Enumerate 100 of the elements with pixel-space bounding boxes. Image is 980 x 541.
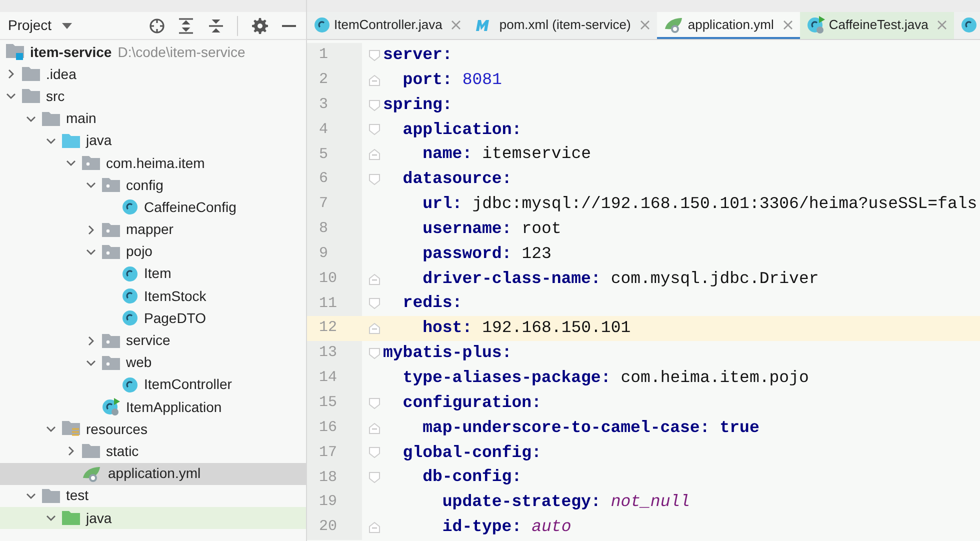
code-line: spring:: [383, 94, 452, 116]
editor-tab[interactable]: ItemController.java: [307, 12, 468, 39]
tree-item[interactable]: com.heima.item: [0, 152, 306, 174]
chevron-down-icon[interactable]: [6, 91, 16, 102]
line-number: 18: [319, 468, 338, 488]
chevron-down-icon[interactable]: [26, 114, 36, 124]
line-number: 3: [319, 94, 328, 115]
code-line: update-strategy: not_null: [441, 491, 690, 514]
package-icon: [82, 156, 100, 170]
chevron-down-icon[interactable]: [46, 136, 56, 146]
editor-tab[interactable]: pom.xml (item-service): [468, 12, 657, 39]
tree-item[interactable]: ItemController: [0, 374, 306, 396]
folder-icon: [42, 112, 60, 126]
line-number: 5: [319, 144, 328, 165]
line-number: 9: [319, 244, 328, 264]
code-line: id-type: auto: [441, 516, 572, 538]
editor-tab[interactable]: application.yml: [656, 12, 800, 39]
line-number: 8: [319, 219, 328, 240]
module-path: D:\code\item-service: [118, 42, 246, 62]
folder-icon: [22, 89, 40, 104]
chevron-down-icon[interactable]: [86, 180, 96, 190]
settings-icon[interactable]: [252, 18, 268, 34]
folder-icon: [42, 488, 60, 503]
class-icon: [102, 398, 120, 416]
folder-icon: [62, 134, 80, 148]
chevron-right-icon[interactable]: [86, 336, 96, 346]
tree-item[interactable]: web: [0, 352, 306, 374]
dropdown-icon[interactable]: [62, 22, 72, 28]
folder-icon: [62, 511, 80, 526]
tree-item[interactable]: static: [0, 440, 306, 463]
class-icon: [122, 288, 138, 304]
code-line: mybatis-plus:: [383, 342, 512, 364]
line-number: 2: [319, 70, 328, 90]
folder-icon: [22, 67, 40, 82]
tree-item[interactable]: .idea: [0, 63, 306, 86]
tree-item[interactable]: CaffeineConfig: [0, 196, 306, 218]
leaf-icon: [664, 16, 684, 32]
close-icon[interactable]: [782, 20, 793, 30]
chevron-down-icon[interactable]: [86, 246, 96, 257]
locate-icon[interactable]: [149, 18, 165, 34]
class-icon: [122, 310, 138, 326]
chevron-down-icon[interactable]: [46, 424, 56, 434]
tree-item[interactable]: PageDTO: [0, 307, 306, 330]
chevron-down-icon[interactable]: [46, 513, 56, 524]
line-number: 19: [319, 492, 338, 512]
code-line: driver-class-name: com.mysql.jdbc.Driver: [422, 268, 819, 290]
tree-item[interactable]: service: [0, 329, 306, 352]
chevron-right-icon[interactable]: [6, 69, 16, 80]
expand-all-icon[interactable]: [179, 18, 193, 34]
resources-folder-icon: [62, 421, 80, 438]
collapse-all-icon[interactable]: [209, 18, 223, 34]
folder-icon: [82, 444, 100, 458]
tree-item[interactable]: config: [0, 174, 306, 196]
package-icon: [102, 222, 120, 237]
tree-item[interactable]: item-service D:\code\item-service: [0, 41, 306, 64]
chevron-down-icon[interactable]: [26, 490, 36, 501]
line-number: 17: [319, 442, 338, 463]
line-number: 1: [319, 45, 328, 66]
chevron-down-icon[interactable]: [66, 158, 76, 168]
code-line: name: itemservice: [422, 143, 592, 166]
tree-item[interactable]: main: [0, 108, 306, 130]
tree-item[interactable]: application.yml: [0, 462, 306, 485]
line-number: 20: [319, 517, 338, 538]
chevron-down-icon[interactable]: [86, 358, 96, 368]
tree-item[interactable]: test: [0, 484, 306, 507]
leaf-icon: [82, 466, 102, 482]
class-icon: [122, 266, 138, 282]
code-line: url: jdbc:mysql://192.168.150.101:3306/heima?useSSL=fals: [422, 193, 978, 216]
tree-item[interactable]: java: [0, 506, 306, 530]
class-icon: [314, 16, 330, 32]
class-icon: [806, 16, 825, 34]
tree-item[interactable]: ItemStock: [0, 285, 306, 308]
line-number: 14: [319, 368, 338, 388]
line-number: 15: [319, 392, 338, 413]
tree-item[interactable]: resources: [0, 418, 306, 440]
package-icon: [102, 356, 120, 370]
minimize-icon[interactable]: [282, 24, 296, 26]
tree-item[interactable]: pojo: [0, 240, 306, 263]
code-line: map-underscore-to-camel-case: true: [422, 416, 760, 439]
line-number: 7: [319, 194, 328, 214]
chevron-right-icon[interactable]: [66, 446, 76, 456]
code-line: global-config:: [402, 442, 542, 464]
panel-title[interactable]: Project: [8, 15, 52, 36]
tree-item[interactable]: Item: [0, 262, 306, 286]
tree-item-label: item-service: [30, 42, 112, 62]
tree-item[interactable]: ItemApplication: [0, 396, 306, 418]
code-line: username: root: [422, 218, 562, 240]
package-icon: [102, 244, 120, 259]
editor-tab[interactable]: CaffeineTest.java: [800, 12, 954, 39]
code-line: type-aliases-package: com.heima.item.pojo: [402, 367, 809, 390]
code-line: db-config:: [422, 466, 522, 488]
code-line: configuration:: [402, 392, 542, 414]
line-number: 4: [319, 120, 328, 140]
code-line: server:: [383, 44, 452, 66]
tree-item[interactable]: src: [0, 85, 306, 108]
tree-item[interactable]: java: [0, 130, 306, 152]
line-number: 12: [319, 318, 338, 338]
line-number: 10: [319, 268, 338, 289]
tree-item[interactable]: mapper: [0, 218, 306, 241]
chevron-right-icon[interactable]: [86, 224, 96, 235]
